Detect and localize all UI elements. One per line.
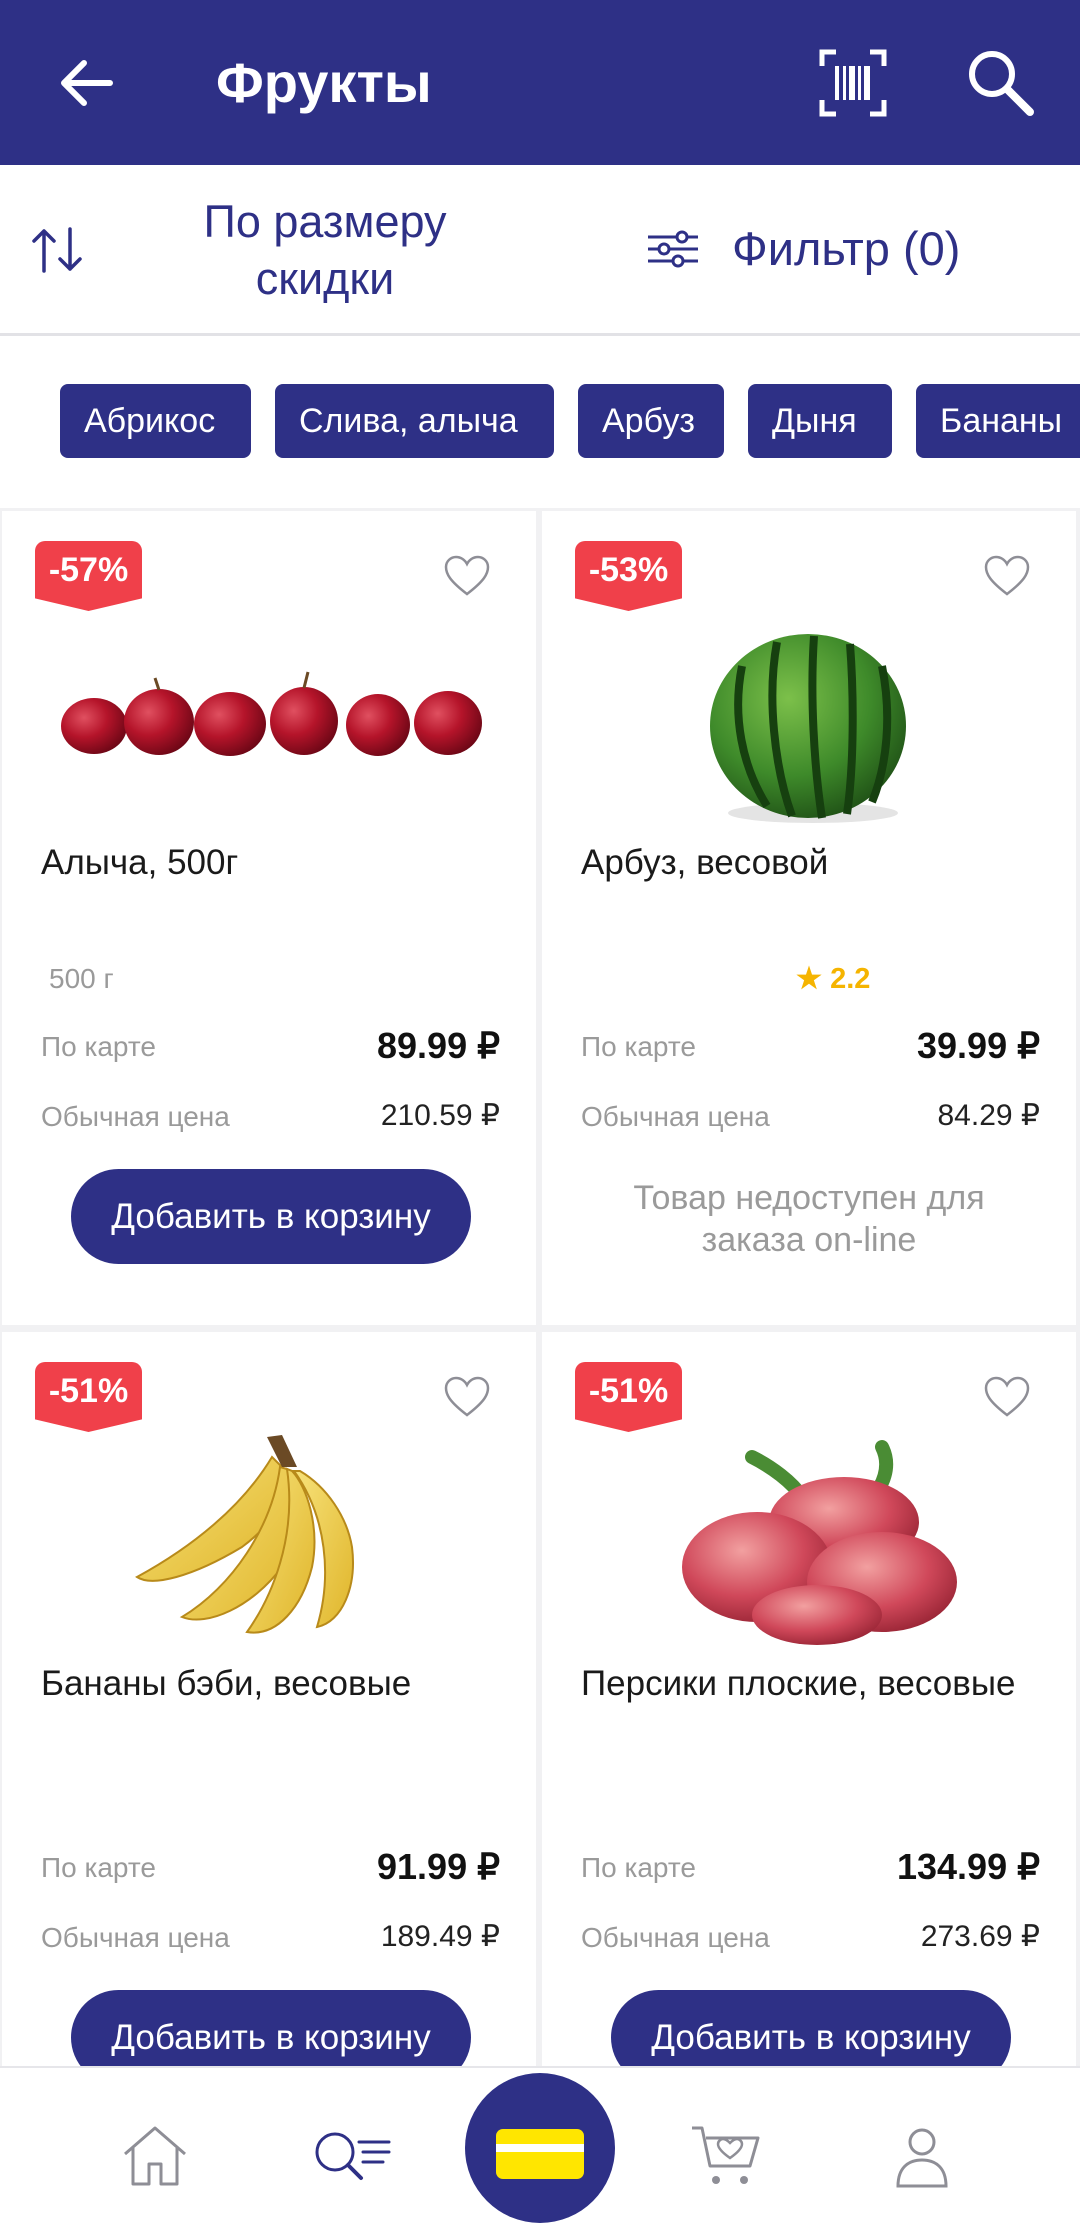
barcode-scanner-icon[interactable] xyxy=(818,48,888,118)
cart-icon[interactable] xyxy=(690,2122,762,2190)
discount-badge: -53% xyxy=(575,541,682,611)
product-name: Арбуз, весовой xyxy=(581,843,829,882)
unavailable-notice: Товар недоступен для заказа on-line xyxy=(633,1179,985,1259)
product-name: Алыча, 500г xyxy=(41,843,239,882)
app-bar: Фрукты xyxy=(0,0,1080,165)
star-icon: ★ xyxy=(796,963,822,995)
back-arrow-icon[interactable] xyxy=(52,48,122,118)
product-card[interactable]: -57% Алыча, 500г 500 г По карте 89.99 ₽ … xyxy=(2,511,536,1325)
heart-icon[interactable] xyxy=(984,555,1030,597)
loyalty-card-icon xyxy=(496,2129,584,2179)
product-card[interactable]: -53% Арбуз, весовой ★ 2.2 По карте 39.99… xyxy=(542,511,1076,1325)
add-to-cart-button[interactable]: Добавить в корзину xyxy=(71,1990,471,2072)
discount-badge: -57% xyxy=(35,541,142,611)
loyalty-card-button[interactable] xyxy=(465,2073,615,2223)
rating-value: 2.2 xyxy=(830,963,871,995)
product-weight: 500 г xyxy=(49,963,114,994)
regular-price-label: Обычная цена xyxy=(581,1101,770,1132)
card-price-label: По карте xyxy=(581,1852,696,1883)
chip-plum[interactable]: Слива, алыча xyxy=(275,384,554,458)
page-title: Фрукты xyxy=(216,51,432,114)
card-price: 91.99 ₽ xyxy=(377,1846,500,1887)
card-price: 134.99 ₽ xyxy=(896,1846,1040,1887)
heart-icon[interactable] xyxy=(444,1376,490,1418)
category-chips: Абрикос Слива, алыча Арбуз Дыня Бананы xyxy=(0,336,1080,508)
product-image xyxy=(61,671,482,756)
chip-melon[interactable]: Дыня xyxy=(748,384,892,458)
regular-price: 84.29 ₽ xyxy=(937,1099,1041,1132)
catalog-search-icon[interactable] xyxy=(309,2122,393,2190)
product-name: Персики плоские, весовые xyxy=(581,1664,1016,1703)
add-to-cart-button[interactable]: Добавить в корзину xyxy=(71,1169,471,1264)
discount-badge: -51% xyxy=(575,1362,682,1432)
add-to-cart-button[interactable]: Добавить в корзину xyxy=(611,1990,1011,2072)
discount-badge: -51% xyxy=(35,1362,142,1432)
regular-price-label: Обычная цена xyxy=(41,1101,230,1132)
chip-watermelon[interactable]: Арбуз xyxy=(578,384,724,458)
rating: ★ 2.2 xyxy=(796,961,870,996)
profile-icon[interactable] xyxy=(886,2122,958,2190)
filter-button[interactable]: Фильтр (0) xyxy=(732,219,960,279)
heart-icon[interactable] xyxy=(984,1376,1030,1418)
product-image xyxy=(682,1440,957,1645)
card-price-label: По карте xyxy=(41,1031,156,1062)
sort-filter-bar: По размеру скидки Фильтр (0) xyxy=(0,165,1080,336)
product-image xyxy=(135,1435,354,1634)
sort-icon[interactable] xyxy=(30,225,90,275)
card-price-label: По карте xyxy=(41,1852,156,1883)
chip-bananas[interactable]: Бананы xyxy=(916,384,1080,458)
card-price: 89.99 ₽ xyxy=(377,1025,500,1066)
regular-price-label: Обычная цена xyxy=(581,1922,770,1953)
card-price-label: По карте xyxy=(581,1031,696,1062)
regular-price: 273.69 ₽ xyxy=(920,1920,1040,1953)
card-price: 39.99 ₽ xyxy=(917,1025,1040,1066)
search-icon[interactable] xyxy=(964,46,1038,120)
product-name: Бананы бэби, весовые xyxy=(41,1664,412,1703)
sort-button[interactable]: По размеру скидки xyxy=(150,193,500,307)
heart-icon[interactable] xyxy=(444,555,490,597)
product-card[interactable]: -51% Бананы бэби, весовые По карте 91.99… xyxy=(2,1332,536,2072)
chip-apricot[interactable]: Абрикос xyxy=(60,384,251,458)
card-stripe xyxy=(496,2144,584,2152)
home-icon[interactable] xyxy=(119,2122,191,2190)
product-image xyxy=(710,634,906,823)
product-card[interactable]: -51% Персики плоские, весовые По карте 1… xyxy=(542,1332,1076,2072)
filter-icon[interactable] xyxy=(646,227,700,271)
regular-price: 189.49 ₽ xyxy=(380,1920,500,1953)
regular-price: 210.59 ₽ xyxy=(380,1099,500,1132)
regular-price-label: Обычная цена xyxy=(41,1922,230,1953)
